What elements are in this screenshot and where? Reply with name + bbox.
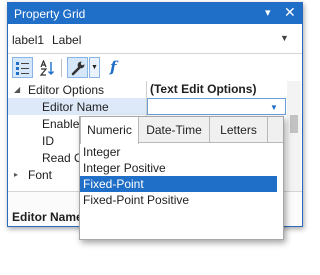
property-name: Editor Name <box>42 100 109 114</box>
toolbar-separator <box>61 59 62 77</box>
tab-date-time[interactable]: Date-Time <box>139 117 210 143</box>
object-selector[interactable]: label1 Label ▼ <box>8 24 302 54</box>
editor-name-field[interactable] <box>147 98 286 115</box>
list-item[interactable]: Integer Positive <box>80 160 277 176</box>
vertical-scrollbar[interactable] <box>287 81 301 191</box>
window-title: Property Grid <box>14 7 86 21</box>
property-name: ID <box>42 134 54 148</box>
toolbar: ▼ f <box>8 55 302 81</box>
property-tab-button[interactable] <box>67 57 88 78</box>
collapsed-icon[interactable]: ▸ <box>14 170 18 179</box>
categorized-button[interactable] <box>12 57 33 78</box>
list-item-selected[interactable]: Fixed-Point <box>80 176 277 192</box>
pin-dropdown-icon[interactable]: ▾ <box>265 6 271 19</box>
list-item[interactable]: Fixed-Point Positive <box>80 192 277 208</box>
chevron-down-icon[interactable]: ▼ <box>280 33 289 43</box>
category-row-editor-options[interactable]: ◢ Editor Options (Text Edit Options) <box>8 81 286 98</box>
categorized-icon <box>16 62 29 75</box>
wrench-icon <box>71 61 85 76</box>
property-value: (Text Edit Options) <box>150 82 257 96</box>
object-name: label1 <box>12 33 45 47</box>
chevron-down-icon[interactable]: ▼ <box>270 103 278 112</box>
tab-letters[interactable]: Letters <box>210 117 268 143</box>
close-icon[interactable]: ✕ <box>284 4 296 21</box>
expanded-icon[interactable]: ◢ <box>14 85 20 94</box>
scrollbar-thumb[interactable] <box>290 115 298 133</box>
property-name: Font <box>28 168 53 182</box>
popup-tabs: Numeric Date-Time Letters <box>80 117 283 144</box>
sort-alphabetical-button[interactable] <box>37 57 58 78</box>
chevron-down-icon[interactable]: ▼ <box>89 57 100 78</box>
description-title: Editor Name <box>12 210 83 224</box>
property-name: Editor Options <box>28 83 105 97</box>
title-bar[interactable]: Property Grid ▾ ✕ <box>8 3 302 24</box>
property-name: Read O <box>42 151 84 165</box>
list-item[interactable]: Integer <box>80 144 277 160</box>
sort-alphabetical-icon <box>40 60 54 76</box>
function-icon[interactable]: f <box>110 58 116 76</box>
editor-dropdown-popup: Numeric Date-Time Letters Integer Intege… <box>79 116 284 240</box>
object-type: Label <box>52 33 82 47</box>
tab-numeric[interactable]: Numeric <box>80 117 139 144</box>
